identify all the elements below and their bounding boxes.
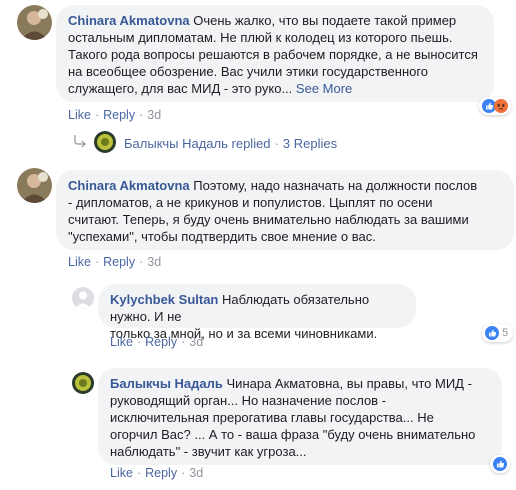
like-link[interactable]: Like <box>68 255 91 269</box>
separator-dot: · <box>94 255 100 269</box>
reply-text: исключительная прерогатива главы государ… <box>110 410 434 425</box>
separator-dot: · <box>136 466 142 480</box>
avatar-balykchy[interactable] <box>72 372 94 394</box>
separator-dot: · <box>139 255 144 269</box>
reply-text: руководящий орган... Но назначение посло… <box>110 393 387 408</box>
reply-actions: Like · Reply · 3d <box>110 466 203 480</box>
reply-bubble: Kylychbek Sultan Наблюдать обязательно н… <box>98 284 416 341</box>
comment-text: Очень жалко, что вы подаете такой пример <box>193 13 457 28</box>
separator-dot: · <box>274 136 279 151</box>
comment-bubble: Chinara Akmatovna Поэтому, надо назначат… <box>56 170 514 250</box>
reply-summary[interactable]: Балыкчы Надаль replied · 3 Replies <box>124 136 337 151</box>
timestamp[interactable]: 3d <box>189 335 203 349</box>
reply-text: наблюдать" - звучит как угроза... <box>110 444 307 459</box>
avatar-balykchy-small[interactable] <box>94 131 116 153</box>
reactions-summary[interactable] <box>490 455 510 473</box>
comment-actions: Like · Reply · 3d <box>68 255 161 269</box>
avatar-chinara[interactable] <box>17 5 52 40</box>
comment-text: на всеобщее обозрение. Вас учили этики г… <box>68 64 429 79</box>
reactions-summary[interactable]: 5 <box>482 324 514 342</box>
comment-bubble: Chinara Akmatovna Очень жалко, что вы по… <box>56 5 494 102</box>
reply-arrow-icon <box>74 135 86 148</box>
comment-text: остальным дипломатам. Не плюй к колодец … <box>68 30 453 45</box>
comment-text: Такого рода вопросы решаются в рабочем п… <box>68 47 478 62</box>
reply-actions: Like · Reply · 3d <box>110 335 203 349</box>
reaction-count: 5 <box>502 327 509 339</box>
separator-dot: · <box>139 108 144 122</box>
avatar-kylychbek[interactable] <box>72 287 94 309</box>
timestamp[interactable]: 3d <box>189 466 203 480</box>
like-icon <box>493 457 507 471</box>
reply-summary-count[interactable]: 3 Replies <box>283 136 337 151</box>
like-link[interactable]: Like <box>110 335 133 349</box>
comment-text: считают. Теперь, я буду очень внимательн… <box>68 212 469 227</box>
reply-bubble: Балыкчы Надаль Чинара Акматовна, вы прав… <box>98 368 502 465</box>
timestamp[interactable]: 3d <box>147 108 161 122</box>
comment-author[interactable]: Chinara Akmatovna <box>68 178 190 193</box>
reply-link[interactable]: Reply <box>145 335 177 349</box>
reply-summary-replier[interactable]: Балыкчы Надаль replied <box>124 136 271 151</box>
separator-dot: · <box>181 466 186 480</box>
avatar-chinara[interactable] <box>17 168 52 203</box>
reply-link[interactable]: Reply <box>103 255 135 269</box>
reply-text: Чинара Акматовна, вы правы, что МИД - <box>226 376 472 391</box>
reply-author[interactable]: Балыкчы Надаль <box>110 376 223 391</box>
comment-text: - дипломатов, а не крикунов и популистов… <box>68 195 433 210</box>
see-more-link[interactable]: See More <box>296 81 352 96</box>
comment-author[interactable]: Chinara Akmatovna <box>68 13 190 28</box>
separator-dot: · <box>181 335 186 349</box>
comment-text: Поэтому, надо назначать на должности пос… <box>193 178 478 193</box>
like-link[interactable]: Like <box>110 466 133 480</box>
comment-text: служащего, для вас МИД - это руко... <box>68 81 293 96</box>
angry-icon <box>494 99 508 113</box>
timestamp[interactable]: 3d <box>147 255 161 269</box>
like-icon <box>485 326 499 340</box>
reply-link[interactable]: Reply <box>145 466 177 480</box>
reply-text: огорчил Вас? ... А то - ваша фраза "буду… <box>110 427 476 442</box>
reactions-summary[interactable] <box>479 97 511 115</box>
comment-actions: Like · Reply · 3d <box>68 108 161 122</box>
separator-dot: · <box>94 108 100 122</box>
reply-link[interactable]: Reply <box>103 108 135 122</box>
reply-author[interactable]: Kylychbek Sultan <box>110 292 218 307</box>
comment-text: "успехами", чтобы подтвердить свое мнени… <box>68 229 376 244</box>
like-link[interactable]: Like <box>68 108 91 122</box>
separator-dot: · <box>136 335 142 349</box>
